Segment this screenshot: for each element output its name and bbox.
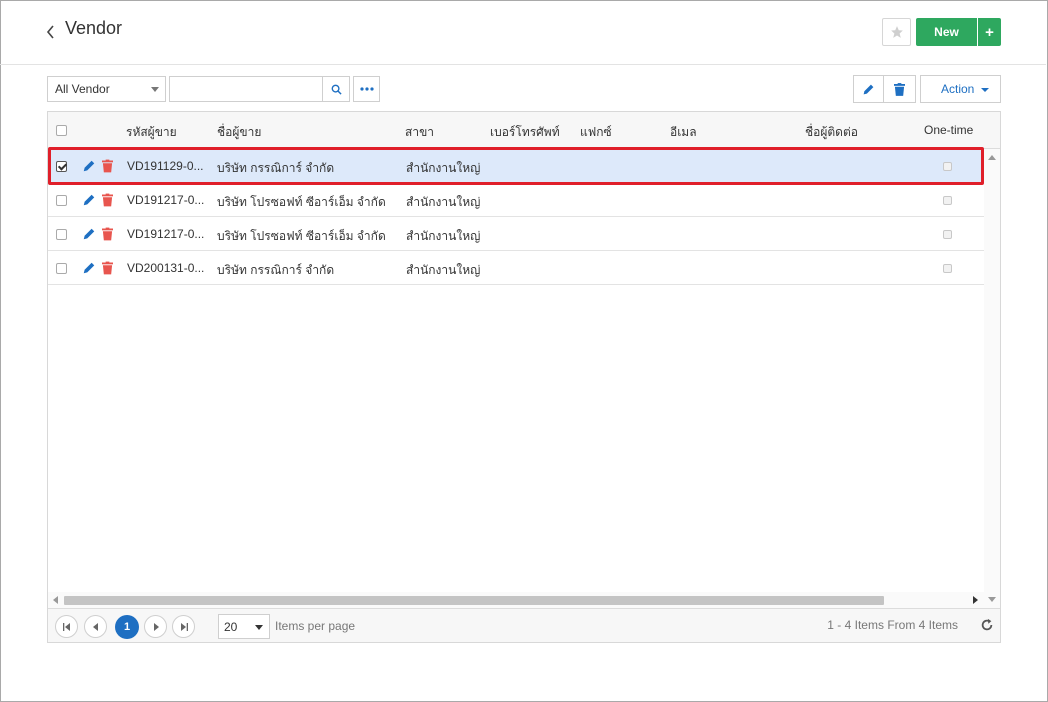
one-time-checkbox	[943, 162, 952, 171]
star-icon	[890, 26, 903, 38]
last-page-button[interactable]	[172, 615, 195, 638]
vendor-branch: สำนักงานใหญ่	[406, 263, 481, 277]
trash-icon[interactable]	[102, 193, 113, 207]
edit-selected-button[interactable]	[853, 75, 884, 103]
trash-icon[interactable]	[102, 159, 113, 173]
vendor-filter-select[interactable]: All Vendor	[47, 76, 166, 102]
pencil-icon[interactable]	[82, 227, 96, 241]
action-dropdown-button[interactable]: Action	[920, 75, 1001, 103]
chevron-down-icon	[255, 625, 263, 630]
page-size-value: 20	[224, 620, 238, 634]
vendor-filter-value: All Vendor	[55, 82, 110, 96]
new-options-button[interactable]: +	[978, 18, 1001, 46]
vendor-code: VD191217-0...	[127, 227, 205, 241]
vendor-code: VD200131-0...	[127, 261, 205, 275]
first-page-icon	[62, 622, 70, 631]
vendor-code: VD191129-0...	[127, 159, 204, 173]
column-header-email[interactable]: อีเมล	[670, 123, 697, 142]
vendor-branch: สำนักงานใหญ่	[406, 195, 481, 209]
trash-icon[interactable]	[102, 227, 113, 241]
column-header-fax[interactable]: แฟกซ์	[580, 123, 612, 142]
favorite-button[interactable]	[882, 18, 911, 46]
current-page[interactable]: 1	[115, 615, 139, 639]
column-header-name[interactable]: ชื่อผู้ขาย	[217, 123, 261, 142]
prev-page-icon	[92, 622, 98, 631]
more-dots-icon	[359, 87, 374, 91]
vendor-branch: สำนักงานใหญ่	[406, 161, 481, 175]
scroll-up-icon[interactable]	[988, 155, 996, 160]
pencil-icon[interactable]	[82, 159, 96, 173]
row-checkbox[interactable]	[56, 229, 67, 240]
one-time-checkbox	[943, 230, 952, 239]
next-page-button[interactable]	[144, 615, 167, 638]
scroll-left-icon[interactable]	[53, 596, 58, 604]
vendor-name: บริษัท โปรซอฟท์ ซีอาร์เอ็ม จำกัด	[217, 229, 386, 243]
table-row[interactable]: VD191129-0... บริษัท กรรณิการ์ จำกัด สำน…	[48, 149, 984, 183]
refresh-icon[interactable]	[980, 618, 994, 632]
search-button[interactable]	[322, 76, 350, 102]
one-time-checkbox	[943, 196, 952, 205]
column-header-phone[interactable]: เบอร์โทรศัพท์	[490, 123, 560, 142]
vertical-scrollbar[interactable]	[984, 149, 1000, 608]
more-options-button[interactable]	[353, 76, 380, 102]
column-header-contact[interactable]: ชื่อผู้ติดต่อ	[805, 123, 858, 142]
first-page-button[interactable]	[55, 615, 78, 638]
vendor-grid: รหัสผู้ขาย ชื่อผู้ขาย สาขา เบอร์โทรศัพท์…	[47, 111, 1001, 643]
back-button[interactable]	[44, 22, 60, 42]
delete-selected-button[interactable]	[884, 75, 916, 103]
trash-icon	[894, 82, 905, 96]
column-header-code[interactable]: รหัสผู้ขาย	[126, 123, 177, 142]
page-title: Vendor	[65, 18, 123, 38]
pencil-icon[interactable]	[82, 261, 96, 275]
prev-page-button[interactable]	[84, 615, 107, 638]
vendor-name: บริษัท กรรณิการ์ จำกัด	[217, 161, 335, 175]
table-row[interactable]: VD200131-0... บริษัท กรรณิการ์ จำกัด สำน…	[48, 251, 984, 285]
horizontal-scrollbar[interactable]	[48, 592, 984, 608]
page-size-select[interactable]: 20	[218, 614, 270, 639]
row-checkbox[interactable]	[56, 195, 67, 206]
items-count-info: 1 - 4 Items From 4 Items	[827, 618, 958, 632]
table-row[interactable]: VD191217-0... บริษัท โปรซอฟท์ ซีอาร์เอ็ม…	[48, 183, 984, 217]
vendor-code: VD191217-0...	[127, 193, 205, 207]
vendor-name: บริษัท กรรณิการ์ จำกัด	[217, 263, 335, 277]
row-checkbox[interactable]	[56, 161, 67, 172]
one-time-checkbox	[943, 264, 952, 273]
chevron-down-icon	[981, 88, 989, 92]
vendor-name: บริษัท โปรซอฟท์ ซีอาร์เอ็ม จำกัด	[217, 195, 386, 209]
last-page-icon	[180, 622, 188, 631]
new-button[interactable]: New	[916, 18, 977, 46]
chevron-down-icon	[151, 87, 159, 92]
trash-icon[interactable]	[102, 261, 113, 275]
column-header-branch[interactable]: สาขา	[405, 123, 434, 142]
grid-pager: 1 20 Items per page 1 - 4 Items From 4 I…	[48, 608, 1000, 642]
pencil-icon	[863, 84, 874, 94]
table-row[interactable]: VD191217-0... บริษัท โปรซอฟท์ ซีอาร์เอ็ม…	[48, 217, 984, 251]
search-input[interactable]	[169, 76, 323, 102]
page-header: Vendor New +	[0, 0, 1046, 65]
grid-header: รหัสผู้ขาย ชื่อผู้ขาย สาขา เบอร์โทรศัพท์…	[48, 112, 1000, 149]
select-all-checkbox[interactable]	[56, 125, 67, 136]
horizontal-scroll-thumb[interactable]	[64, 596, 884, 605]
scroll-down-icon[interactable]	[988, 597, 996, 602]
back-icon	[46, 25, 54, 39]
search-icon	[331, 84, 342, 95]
row-checkbox[interactable]	[56, 263, 67, 274]
grid-body: VD191129-0... บริษัท กรรณิการ์ จำกัด สำน…	[48, 149, 984, 285]
column-header-one-time[interactable]: One-time	[924, 123, 973, 137]
items-per-page-label: Items per page	[275, 619, 356, 633]
action-label: Action	[941, 82, 975, 96]
vendor-branch: สำนักงานใหญ่	[406, 229, 481, 243]
scroll-right-icon[interactable]	[973, 596, 978, 604]
next-page-icon	[153, 622, 159, 631]
pencil-icon[interactable]	[82, 193, 96, 207]
